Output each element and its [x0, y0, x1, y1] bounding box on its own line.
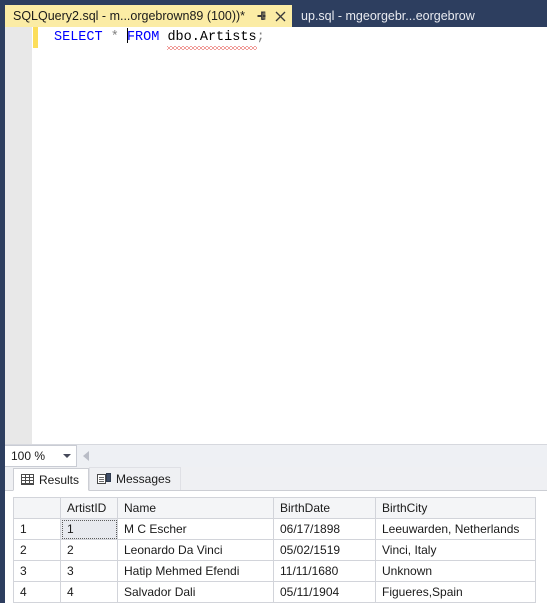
tab-sqlquery2[interactable]: SQLQuery2.sql - m...orgebrown89 (100))* — [5, 5, 293, 27]
close-icon[interactable] — [273, 9, 287, 23]
editor-code-area[interactable]: SELECT * FROM dbo.Artists; — [41, 27, 547, 444]
cell-artistid[interactable]: 2 — [60, 539, 118, 561]
table-row[interactable]: 3 3 Hatip Mehmed Efendi 11/11/1680 Unkno… — [13, 560, 536, 582]
cell-birthdate[interactable]: 11/11/1680 — [273, 560, 376, 582]
cell-name[interactable]: M C Escher — [117, 518, 274, 540]
scroll-left-arrow-icon[interactable] — [77, 451, 94, 461]
editor-gutter — [5, 27, 32, 444]
cell-name[interactable]: Salvador Dali — [117, 581, 274, 603]
cell-birthdate[interactable]: 06/17/1898 — [273, 518, 376, 540]
grid-header-row: ArtistID Name BirthDate BirthCity — [13, 497, 536, 519]
column-header-name[interactable]: Name — [117, 497, 274, 519]
row-number[interactable]: 1 — [13, 518, 61, 540]
cell-artistid[interactable]: 1 — [60, 518, 118, 540]
document-icon — [97, 473, 112, 485]
column-header-artistid[interactable]: ArtistID — [60, 497, 118, 519]
ssms-window: SQLQuery2.sql - m...orgebrown89 (100))* — [0, 0, 547, 603]
editor-horizontal-scrollbar[interactable] — [77, 445, 547, 467]
zoom-level-value: 100 % — [11, 449, 46, 463]
cell-birthcity[interactable]: Figueres,Spain — [375, 581, 536, 603]
operator-star: * — [110, 30, 119, 45]
table-row[interactable]: 4 4 Salvador Dali 05/11/1904 Figueres,Sp… — [13, 581, 536, 603]
tab-up-sql[interactable]: up.sql - mgeorgebr...eorgebrow — [292, 5, 547, 27]
results-tab-strip: Results Messages — [5, 467, 547, 491]
sql-editor[interactable]: SELECT * FROM dbo.Artists; — [5, 27, 547, 444]
table-identifier: dbo.Artists — [167, 27, 257, 50]
cell-birthcity[interactable]: Leeuwarden, Netherlands — [375, 518, 536, 540]
tab-results-label: Results — [39, 472, 80, 487]
row-number[interactable]: 2 — [13, 539, 61, 561]
results-grid-scroll[interactable]: ArtistID Name BirthDate BirthCity 1 1 M … — [5, 491, 547, 603]
cell-birthcity[interactable]: Vinci, Italy — [375, 539, 536, 561]
column-header-birthcity[interactable]: BirthCity — [375, 497, 536, 519]
tab-tools — [255, 9, 287, 23]
row-number[interactable]: 3 — [13, 560, 61, 582]
code-line-1: SELECT * FROM dbo.Artists; — [41, 27, 547, 50]
editor-change-bar-column — [32, 27, 41, 444]
results-grid: ArtistID Name BirthDate BirthCity 1 1 M … — [13, 497, 536, 603]
table-row[interactable]: 2 2 Leonardo Da Vinci 05/02/1519 Vinci, … — [13, 539, 536, 561]
cell-name[interactable]: Hatip Mehmed Efendi — [117, 560, 274, 582]
cell-name[interactable]: Leonardo Da Vinci — [117, 539, 274, 561]
row-number[interactable]: 4 — [13, 581, 61, 603]
results-pane: Results Messages ArtistID Name BirthDate… — [5, 467, 547, 603]
column-header-birthdate[interactable]: BirthDate — [273, 497, 376, 519]
tab-up-sql-label: up.sql - mgeorgebr...eorgebrow — [301, 9, 475, 23]
table-row[interactable]: 1 1 M C Escher 06/17/1898 Leeuwarden, Ne… — [13, 518, 536, 540]
document-area: SQLQuery2.sql - m...orgebrown89 (100))* — [5, 0, 547, 603]
grid-icon — [21, 474, 34, 485]
cell-birthcity[interactable]: Unknown — [375, 560, 536, 582]
unsaved-change-indicator — [33, 27, 38, 48]
zoom-level-combobox[interactable]: 100 % — [5, 445, 77, 467]
cell-birthdate[interactable]: 05/02/1519 — [273, 539, 376, 561]
cell-artistid[interactable]: 4 — [60, 581, 118, 603]
chevron-down-icon[interactable] — [58, 454, 76, 458]
keyword-select: SELECT — [54, 30, 103, 45]
editor-tab-strip: SQLQuery2.sql - m...orgebrown89 (100))* — [5, 0, 547, 27]
cell-artistid[interactable]: 3 — [60, 560, 118, 582]
tab-sqlquery2-label: SQLQuery2.sql - m...orgebrown89 (100))* — [13, 9, 246, 23]
statement-terminator: ; — [256, 30, 265, 45]
grid-corner-header[interactable] — [13, 497, 61, 519]
editor-status-bar: 100 % — [5, 444, 547, 467]
pin-icon[interactable] — [255, 9, 269, 23]
tab-results[interactable]: Results — [13, 468, 90, 491]
tab-messages[interactable]: Messages — [89, 467, 181, 490]
tab-messages-label: Messages — [116, 472, 171, 486]
error-squiggle-underline — [167, 46, 257, 50]
cell-birthdate[interactable]: 05/11/1904 — [273, 581, 376, 603]
table-identifier-text: dbo.Artists — [167, 30, 257, 45]
keyword-from: FROM — [126, 30, 160, 45]
